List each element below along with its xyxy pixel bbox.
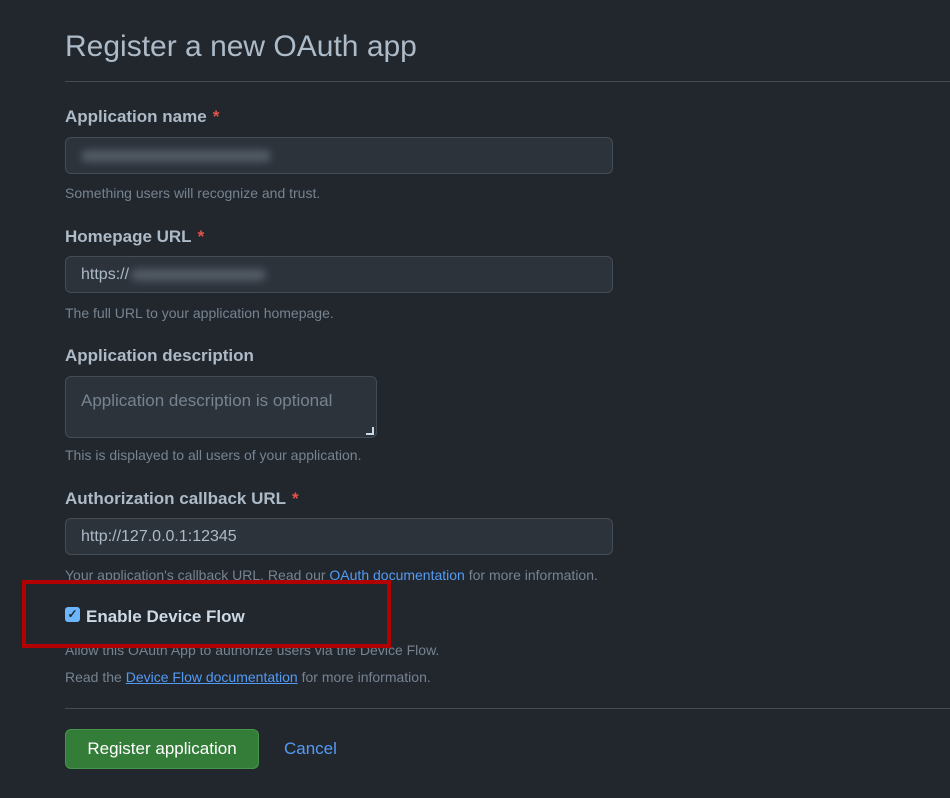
app-name-hint: Something users will recognize and trust…	[65, 185, 321, 201]
title-divider	[65, 81, 950, 82]
device-flow-checkbox[interactable]: ✓	[65, 607, 80, 622]
callback-label: Authorization callback URL *	[65, 489, 299, 508]
homepage-label: Homepage URL *	[65, 227, 205, 246]
device-flow-label[interactable]: Enable Device Flow	[86, 607, 245, 627]
cancel-link[interactable]: Cancel	[284, 739, 337, 759]
page-title: Register a new OAuth app	[65, 30, 417, 63]
description-hint: This is displayed to all users of your a…	[65, 447, 362, 463]
app-name-label: Application name *	[65, 107, 220, 126]
description-label: Application description	[65, 346, 254, 365]
device-flow-docs-link[interactable]: Device Flow documentation	[126, 669, 298, 685]
homepage-value: https://	[81, 265, 130, 283]
callback-value: http://127.0.0.1:12345	[81, 527, 237, 545]
resize-handle-icon[interactable]	[366, 427, 374, 435]
callback-input[interactable]: http://127.0.0.1:12345	[65, 518, 613, 555]
checkmark-icon: ✓	[67, 607, 78, 621]
description-textarea[interactable]: Application description is optional	[65, 376, 377, 438]
redacted-value	[81, 149, 271, 162]
homepage-input[interactable]: https://	[65, 256, 613, 293]
homepage-hint: The full URL to your application homepag…	[65, 305, 334, 321]
app-name-input[interactable]	[65, 137, 613, 174]
register-application-button[interactable]: Register application	[65, 729, 259, 769]
actions-divider	[65, 708, 950, 709]
device-flow-docs-hint: Read the Device Flow documentation for m…	[65, 669, 431, 685]
description-placeholder: Application description is optional	[81, 391, 333, 410]
redacted-value	[131, 268, 267, 281]
